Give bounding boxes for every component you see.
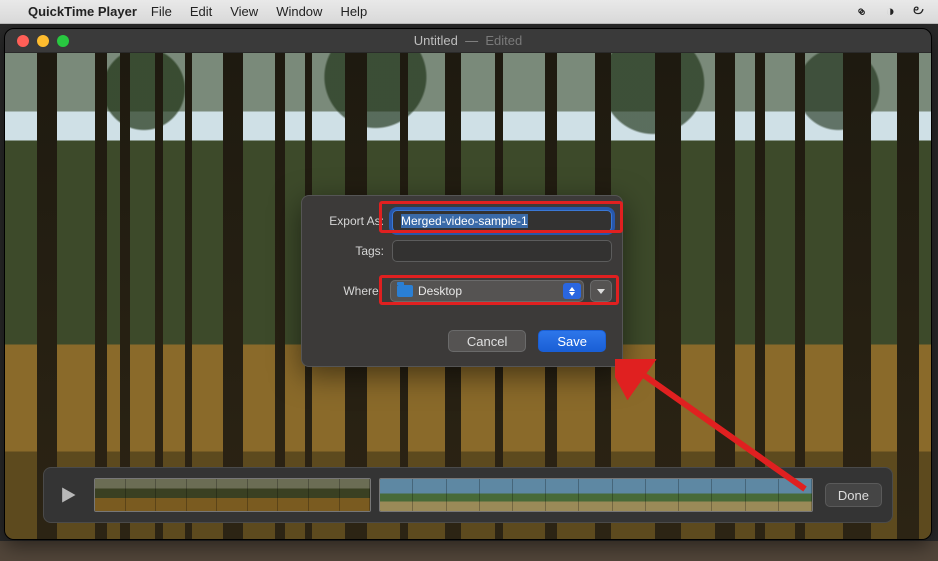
chevron-down-icon	[597, 289, 605, 294]
macos-menubar: QuickTime Player File Edit View Window H…	[0, 0, 938, 24]
tags-input[interactable]	[392, 240, 612, 262]
export-as-label: Export As:	[302, 214, 392, 228]
tags-label: Tags:	[302, 244, 392, 258]
folder-icon	[397, 285, 413, 297]
clip-2[interactable]	[379, 478, 813, 512]
menu-window[interactable]: Window	[276, 4, 322, 19]
save-button[interactable]: Save	[538, 330, 606, 352]
minimize-window-button[interactable]	[37, 35, 49, 47]
where-value: Desktop	[418, 284, 462, 298]
menu-file[interactable]: File	[151, 4, 172, 19]
quicktime-window: Untitled — Edited	[4, 28, 932, 540]
window-traffic-lights	[17, 35, 69, 47]
done-button[interactable]: Done	[825, 483, 882, 507]
cancel-button[interactable]: Cancel	[448, 330, 526, 352]
export-as-input[interactable]	[392, 210, 612, 232]
window-title: Untitled — Edited	[5, 33, 931, 48]
moon-icon[interactable]: ◑	[886, 3, 895, 20]
where-popup[interactable]: Desktop	[390, 280, 584, 302]
export-dialog: Export As: Tags: Where: Desktop	[301, 195, 623, 367]
edit-timeline: Done	[43, 467, 893, 523]
expand-save-panel-button[interactable]	[590, 280, 612, 302]
clip-1[interactable]	[94, 478, 371, 512]
close-window-button[interactable]	[17, 35, 29, 47]
window-titlebar[interactable]: Untitled — Edited	[5, 29, 931, 53]
menu-view[interactable]: View	[230, 4, 258, 19]
play-button[interactable]	[54, 481, 82, 509]
timeline-clips[interactable]	[94, 478, 813, 512]
swirl-icon[interactable]: ౿	[913, 1, 924, 22]
menubar-app-name[interactable]: QuickTime Player	[28, 4, 137, 19]
where-label: Where:	[302, 284, 390, 298]
zoom-window-button[interactable]	[57, 35, 69, 47]
paperclip-icon[interactable]: ⚭	[851, 1, 873, 23]
menu-help[interactable]: Help	[340, 4, 367, 19]
popup-stepper-icon	[563, 283, 581, 299]
menu-edit[interactable]: Edit	[190, 4, 212, 19]
